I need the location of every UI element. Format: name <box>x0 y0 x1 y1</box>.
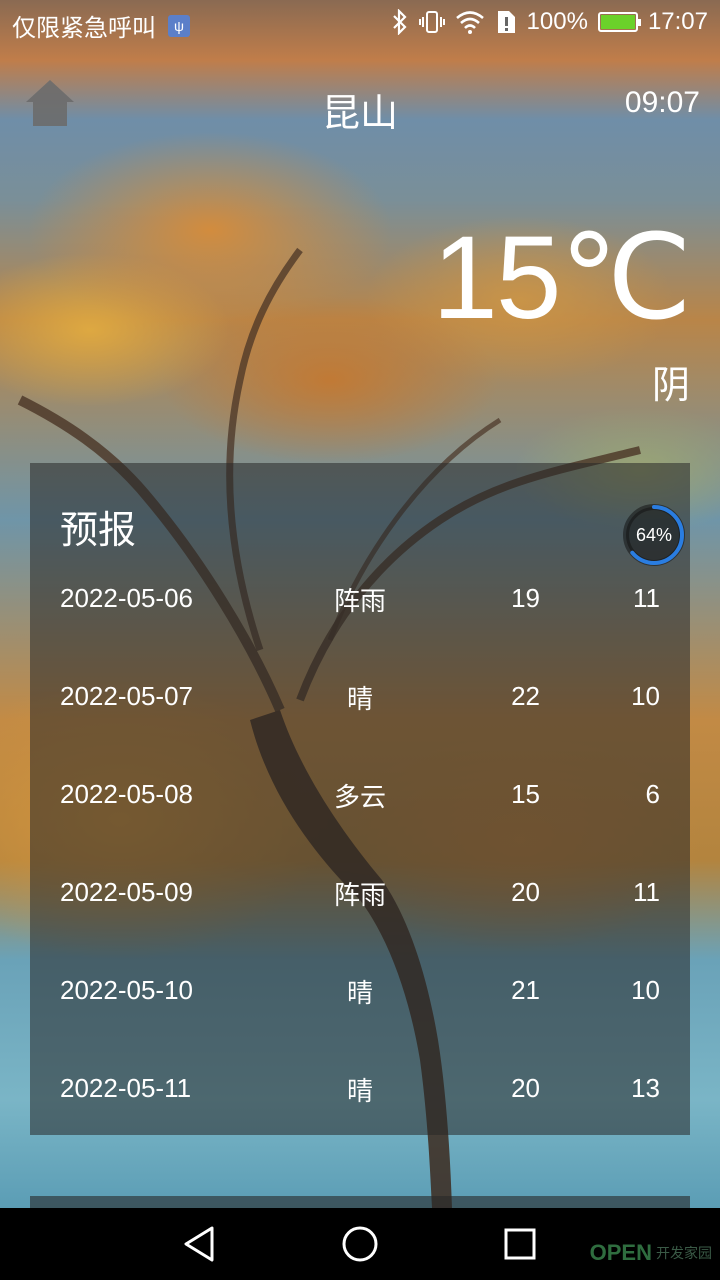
watermark-logo-text: OPEN <box>589 1240 652 1265</box>
usb-icon: ψ <box>168 14 190 37</box>
weather-screen: 仅限紧急呼叫 ψ 100% 17:07 昆山 09:07 15℃ 阴 预报 64… <box>0 0 720 1280</box>
forecast-weather: 多云 <box>333 783 386 813</box>
sim-alert-icon <box>495 9 517 35</box>
forecast-weather: 晴 <box>346 979 373 1009</box>
forecast-high-temp: 20 <box>511 1073 540 1103</box>
forecast-low-temp: 11 <box>633 877 660 907</box>
forecast-high-temp: 21 <box>511 975 540 1005</box>
forecast-low-temp: 6 <box>645 779 660 809</box>
forecast-row: 2022-05-07 晴 22 10 <box>30 647 690 745</box>
forecast-date: 2022-05-09 <box>60 877 193 907</box>
back-icon[interactable] <box>180 1224 220 1264</box>
forecast-date: 2022-05-10 <box>60 975 193 1005</box>
forecast-title: 预报 <box>60 508 137 552</box>
watermark-text: 开发家园 <box>656 1245 712 1261</box>
forecast-row: 2022-05-10 晴 21 10 <box>30 941 690 1039</box>
forecast-row: 2022-05-09 阵雨 20 11 <box>30 843 690 941</box>
forecast-high-temp: 15 <box>511 779 540 809</box>
forecast-low-temp: 10 <box>631 681 660 711</box>
forecast-row: 2022-05-06 阵雨 19 11 <box>30 549 690 647</box>
status-right: 100% 17:07 <box>391 8 708 36</box>
forecast-low-temp: 10 <box>631 975 660 1005</box>
home-circle-icon[interactable] <box>340 1224 380 1264</box>
vibrate-icon <box>418 9 445 35</box>
second-panel-edge <box>30 1196 690 1208</box>
current-temperature: 15℃ <box>432 212 692 344</box>
battery-level-fill <box>600 15 635 29</box>
battery-percent: 100% <box>526 8 588 35</box>
forecast-row: 2022-05-08 多云 15 6 <box>30 745 690 843</box>
forecast-date: 2022-05-06 <box>60 583 193 613</box>
forecast-date: 2022-05-11 <box>60 1073 192 1103</box>
forecast-list: 2022-05-06 阵雨 19 11 2022-05-07 晴 22 10 2022-05-0… <box>30 549 690 1137</box>
carrier-text: 仅限紧急呼叫 <box>12 15 156 42</box>
forecast-low-temp: 11 <box>633 583 660 613</box>
city-title: 昆山 <box>321 91 398 135</box>
forecast-high-temp: 22 <box>511 681 540 711</box>
forecast-weather: 阵雨 <box>333 587 386 617</box>
status-bar: 仅限紧急呼叫 ψ 100% 17:07 <box>0 0 720 48</box>
forecast-weather: 阵雨 <box>333 881 386 911</box>
status-clock: 17:07 <box>647 8 708 35</box>
battery-icon <box>597 12 641 32</box>
forecast-weather: 晴 <box>346 685 373 715</box>
forecast-panel: 预报 64% 2022-05-06 阵雨 19 11 2022-05-07 晴 22 10 20… <box>30 463 690 1135</box>
recents-icon[interactable] <box>500 1224 540 1264</box>
update-time: 09:07 <box>624 86 700 119</box>
forecast-row: 2022-05-11 晴 20 13 <box>30 1039 690 1137</box>
status-left: 仅限紧急呼叫 ψ <box>12 8 190 43</box>
watermark-logo: OPEN 开发家园 <box>590 1240 712 1266</box>
wifi-icon <box>455 10 485 34</box>
forecast-date: 2022-05-08 <box>60 779 193 809</box>
forecast-high-temp: 20 <box>511 877 540 907</box>
forecast-weather: 晴 <box>346 1077 373 1107</box>
forecast-date: 2022-05-07 <box>60 681 193 711</box>
current-condition: 阴 <box>651 363 690 407</box>
bluetooth-icon <box>391 9 409 35</box>
forecast-low-temp: 13 <box>631 1073 660 1103</box>
forecast-high-temp: 19 <box>511 583 540 613</box>
